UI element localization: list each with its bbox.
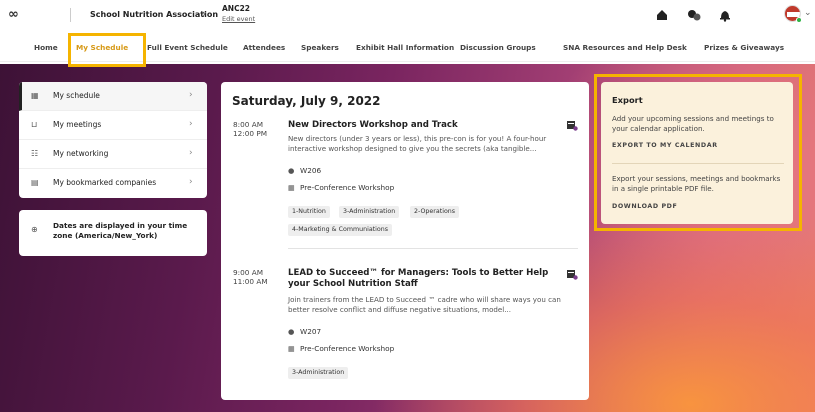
top-bar: ∞ School Nutrition Association › ANC22 E… — [0, 0, 815, 30]
export-panel: Export Add your upcoming sessions and me… — [601, 82, 793, 224]
chevron-down-icon[interactable]: ⌄ — [804, 8, 812, 18]
nav-attendees[interactable]: Attendees — [243, 43, 285, 52]
chevron-right-icon: › — [189, 177, 193, 187]
calendar-icon: ▦ — [31, 91, 39, 100]
export-divider — [612, 163, 784, 164]
online-status-dot — [796, 17, 802, 23]
location-pin-icon: ● — [288, 166, 295, 175]
sidebar-item-my-schedule[interactable]: ▦ My schedule › — [19, 82, 207, 111]
session-start: 8:00 AM — [233, 120, 263, 129]
session-divider — [288, 248, 578, 249]
sidebar-item-my-networking[interactable]: ☷ My networking › — [19, 140, 207, 169]
event-code: ANC22 — [222, 4, 251, 13]
timezone-notice: ⊕ Dates are displayed in your time zone … — [19, 210, 207, 256]
download-pdf-link[interactable]: DOWNLOAD PDF — [612, 203, 677, 210]
sidebar-item-label: My networking — [53, 149, 109, 158]
export-calendar-text: Add your upcoming sessions and meetings … — [612, 114, 774, 133]
session-time: 8:00 AM 12:00 PM — [233, 120, 267, 138]
edit-event-link[interactable]: Edit event — [222, 15, 255, 23]
nav-sna-resources[interactable]: SNA Resources and Help Desk — [563, 43, 687, 52]
nav-full-event-schedule[interactable]: Full Event Schedule — [147, 43, 228, 52]
session-type-icon: ▦ — [288, 344, 295, 353]
bookmark-calendar-icon[interactable] — [566, 268, 578, 280]
timezone-text: Dates are displayed in your time zone (A… — [53, 221, 188, 240]
nav-home[interactable]: Home — [34, 43, 58, 52]
chevron-right-icon: › — [189, 119, 193, 129]
infinity-logo-icon[interactable]: ∞ — [8, 7, 19, 22]
nav-exhibit-hall[interactable]: Exhibit Hall Information — [356, 43, 454, 52]
sidebar-item-label: My meetings — [53, 120, 102, 129]
session-type: ▦ Pre-Conference Workshop — [288, 344, 395, 353]
main-nav: Home My Schedule Full Event Schedule Att… — [0, 32, 815, 62]
session-tag[interactable]: 2-Operations — [410, 206, 460, 218]
sidebar-item-my-meetings[interactable]: ⊔ My meetings › — [19, 111, 207, 140]
session-tag[interactable]: 3-Administration — [288, 367, 349, 379]
session-room: ● W206 — [288, 166, 322, 175]
sidebar-item-label: My schedule — [53, 91, 100, 100]
chevron-right-icon: › — [202, 7, 207, 20]
nav-my-schedule[interactable]: My Schedule — [76, 43, 128, 52]
session-tag[interactable]: 1-Nutrition — [288, 206, 330, 218]
chevron-right-icon: › — [189, 90, 193, 100]
session-description: New directors (under 3 years or less), t… — [288, 134, 547, 153]
session-tag[interactable]: 3-Administration — [339, 206, 400, 218]
session-type-icon: ▦ — [288, 183, 295, 192]
session-start: 9:00 AM — [233, 268, 263, 277]
session-room: ● W207 — [288, 327, 322, 336]
nav-prizes-giveaways[interactable]: Prizes & Giveaways — [704, 43, 784, 52]
sidebar-menu: ▦ My schedule › ⊔ My meetings › ☷ My net… — [19, 82, 207, 198]
sidebar-item-label: My bookmarked companies — [53, 178, 157, 187]
org-name[interactable]: School Nutrition Association — [90, 10, 218, 19]
session-description: Join trainers from the LEAD to Succeed ™… — [288, 295, 561, 314]
export-pdf-text: Export your sessions, meetings and bookm… — [612, 174, 781, 193]
session-tag[interactable]: 4-Marketing & Communiations — [288, 224, 393, 236]
sidebar-item-bookmarked-companies[interactable]: ▤ My bookmarked companies › — [19, 169, 207, 198]
export-title: Export — [612, 95, 643, 105]
nav-speakers[interactable]: Speakers — [301, 43, 339, 52]
export-calendar-link[interactable]: EXPORT TO MY CALENDAR — [612, 142, 718, 149]
session-time: 9:00 AM 11:00 AM — [233, 268, 268, 286]
session-title[interactable]: LEAD to Succeed™ for Managers: Tools to … — [288, 268, 558, 290]
bookmark-calendar-icon[interactable] — [566, 119, 578, 131]
nav-discussion-groups[interactable]: Discussion Groups — [460, 43, 536, 52]
home-icon[interactable] — [655, 8, 669, 22]
session-title[interactable]: New Directors Workshop and Track — [288, 120, 558, 131]
session-type: ▦ Pre-Conference Workshop — [288, 183, 395, 192]
meetings-icon: ⊔ — [31, 120, 38, 129]
people-icon: ☷ — [31, 149, 39, 158]
chat-icon[interactable] — [687, 8, 701, 22]
session-end: 12:00 PM — [233, 129, 268, 138]
schedule-panel: Saturday, July 9, 2022 8:00 AM 12:00 PM … — [221, 82, 589, 400]
bookmark-icon: ▤ — [31, 178, 39, 187]
divider — [70, 8, 71, 22]
date-heading: Saturday, July 9, 2022 — [232, 94, 381, 108]
bell-icon[interactable] — [718, 8, 732, 22]
chevron-right-icon: › — [189, 148, 193, 158]
globe-icon: ⊕ — [31, 225, 38, 234]
location-pin-icon: ● — [288, 327, 295, 336]
session-end: 11:00 AM — [233, 277, 268, 286]
